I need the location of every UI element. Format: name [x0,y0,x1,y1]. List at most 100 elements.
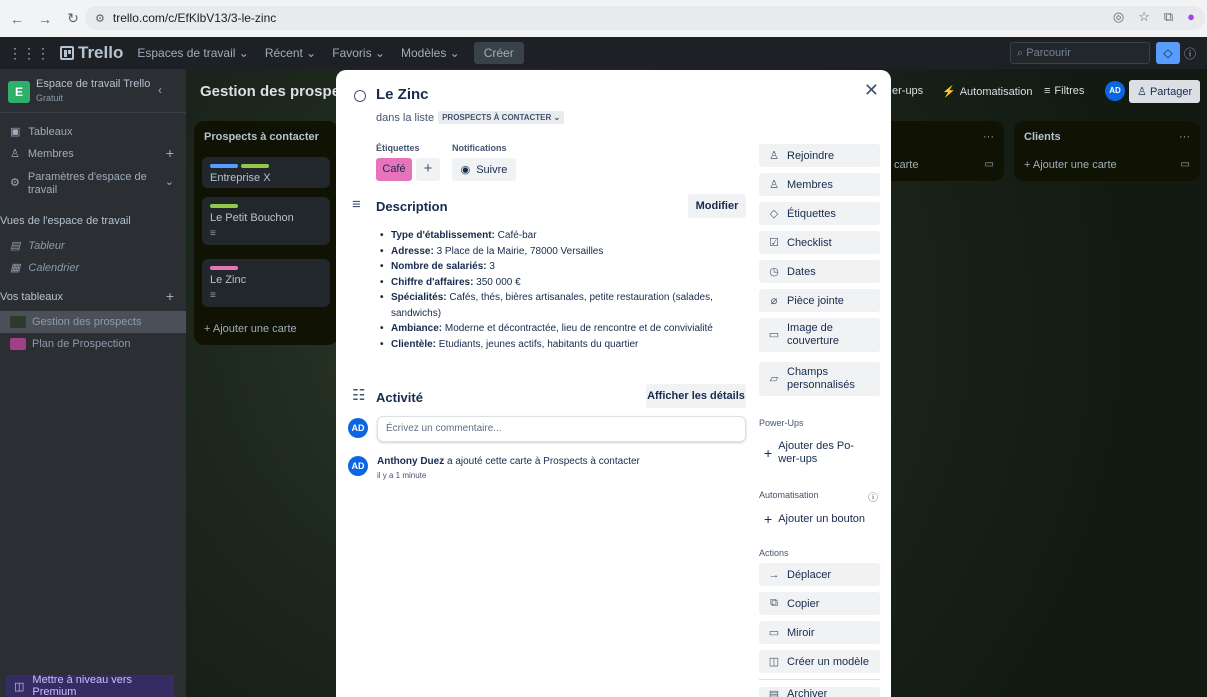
make-template-button[interactable]: ◫ Créer un modèle [759,650,880,673]
checklist-button[interactable]: ☑ Checklist [759,231,880,254]
profile-icon[interactable]: ● [1187,9,1195,25]
sidebar-item-calendar[interactable]: ▦ Calendrier [10,261,79,275]
automation-button[interactable]: ⚡ Automatisation [942,85,1032,99]
mirror-button[interactable]: ▭ Miroir [759,621,880,644]
avatar[interactable]: AD [348,418,368,438]
bookmark-star-icon[interactable]: ☆ [1138,9,1150,25]
member-avatar[interactable]: AD [1105,81,1125,101]
add-powerups-button[interactable]: + Ajouter des Po-wer-ups [764,440,854,466]
card-le-zinc[interactable]: Le Zinc ≡ [202,259,330,307]
share-button[interactable]: ♙ Partager [1129,80,1201,103]
browser-toolbar: ← → ↻ ⚙ trello.com/c/EfKlbV13/3-le-zinc … [0,0,1207,37]
card-title[interactable]: Le Zinc [376,86,429,103]
menu-starred[interactable]: Favoris ⌄ [332,46,385,60]
complete-checkbox[interactable] [354,90,366,102]
sidebar-item-table[interactable]: ▤ Tableur [10,239,65,253]
template-icon: ◫ [768,656,780,668]
powerups-button[interactable]: er-ups [892,85,923,97]
trello-logo-icon [60,46,74,60]
description-icon: ≡ [352,196,361,213]
card-entreprise-x[interactable]: Entreprise X [202,157,330,188]
upgrade-premium-button[interactable]: ◫ Mettre à niveau vers Premium [6,674,174,697]
sidebar-item-settings[interactable]: ⚙ Paramètres d'espace de travail [10,171,147,197]
comment-input[interactable]: Écrivez un commentaire... [377,416,746,442]
description-icon: ≡ [210,228,216,239]
custom-fields-button[interactable]: ▱ Champs personnalisés [759,362,880,396]
filters-button[interactable]: ≡ Filtres [1044,85,1084,97]
site-settings-icon[interactable]: ⚙ [95,12,105,25]
list-title[interactable]: Clients [1024,131,1061,143]
add-card-button[interactable]: + Ajouter une carte [204,323,297,335]
list-menu-icon[interactable]: ··· [983,131,994,143]
create-button[interactable]: Créer [473,42,524,64]
copy-button[interactable]: ⧉ Copier [759,592,880,615]
workspace-name[interactable]: Espace de travail Trello [36,78,150,90]
join-button[interactable]: ♙ Rejoindre [759,144,880,167]
url-text: trello.com/c/EfKlbV13/3-le-zinc [112,11,277,25]
help-icon[interactable]: ⓘ [1184,45,1196,62]
members-button[interactable]: ♙ Membres [759,173,880,196]
forward-icon[interactable]: → [34,8,56,30]
close-icon[interactable]: ✕ [864,80,879,101]
card-list-location: dans la liste PROSPECTS À CONTACTER ⌄ [376,111,565,124]
label-chip[interactable]: Café [376,158,412,181]
reload-icon[interactable]: ↻ [62,8,84,30]
menu-recent[interactable]: Récent ⌄ [265,46,316,60]
template-icon[interactable]: ▭ [985,159,994,170]
extensions-icon[interactable]: ⧉ [1164,9,1173,25]
sidebar-item-members[interactable]: ♙ Membres [10,147,74,161]
search-input[interactable]: ⌕ Parcourir [1010,42,1150,64]
views-section-heading: Vues de l'espace de travail [0,215,131,227]
labels-button[interactable]: ◇ Étiquettes [759,202,880,225]
template-icon[interactable]: ▭ [1181,159,1190,170]
add-card-button[interactable]: + Ajouter une carte [1024,159,1117,171]
list-selector[interactable]: PROSPECTS À CONTACTER ⌄ [438,111,565,124]
your-boards-heading: Vos tableaux [0,291,63,303]
follow-button[interactable]: ◉ Suivre [452,158,516,181]
search-icon: ⌕ [1017,47,1024,59]
list-prospects: Prospects à contacter Entreprise X Le Pe… [194,121,338,345]
avatar[interactable]: AD [348,456,368,476]
members-icon: ♙ [769,179,779,191]
cover-button[interactable]: ▭ Image de couverture [759,318,880,352]
notification-icon[interactable]: ◇ [1156,42,1180,64]
description-content[interactable]: Type d'établissement: Café-bar Adresse: … [380,228,750,352]
activity-entry: Anthony Duez a ajouté cette carte à Pros… [377,456,640,467]
info-icon[interactable]: ⓘ [868,489,878,504]
sidebar-board-plan[interactable]: Plan de Prospection [0,333,186,355]
app-switcher-icon[interactable]: ⋮⋮⋮ [8,45,50,62]
edit-description-button[interactable]: Modifier [688,194,746,218]
archive-button[interactable]: ▤ Archiver [759,687,880,697]
add-board-icon[interactable]: + [166,288,174,304]
attachment-button[interactable]: ⌀ Pièce jointe [759,289,880,312]
description-item: Spécialités: Cafés, thés, bières artisan… [380,290,750,321]
card-le-petit-bouchon[interactable]: Le Petit Bouchon ≡ [202,197,330,245]
list-title[interactable]: Prospects à contacter [204,131,319,143]
lens-icon[interactable]: ◎ [1113,9,1124,25]
description-icon: ≡ [210,290,216,301]
add-label-button[interactable]: + [416,158,440,181]
dates-button[interactable]: ◷ Dates [759,260,880,283]
join-icon: ♙ [769,150,779,162]
settings-chevron-icon[interactable]: ⌄ [165,175,174,188]
tag-icon: ◇ [769,208,779,220]
arrow-right-icon: → [768,568,780,581]
menu-workspaces[interactable]: Espaces de travail ⌄ [137,46,248,60]
sidebar-item-boards[interactable]: ▣ Tableaux [10,125,72,139]
activity-timestamp[interactable]: il y a 1 minute [377,471,426,480]
workspace-avatar[interactable]: E [8,81,30,103]
address-bar[interactable]: ⚙ trello.com/c/EfKlbV13/3-le-zinc ◎ ☆ ⧉ … [85,6,1205,30]
activity-user[interactable]: Anthony Duez [377,456,444,467]
show-details-button[interactable]: Afficher les détails [646,384,746,408]
move-button[interactable]: → Déplacer [759,563,880,586]
add-member-icon[interactable]: + [166,145,174,161]
back-icon[interactable]: ← [6,8,28,30]
add-button-button[interactable]: + Ajouter un bouton [764,511,865,527]
trello-logo[interactable]: Trello [60,43,123,63]
add-card-button[interactable]: carte [894,159,918,171]
list-menu-icon[interactable]: ··· [1179,131,1190,143]
divider [759,679,880,680]
menu-templates[interactable]: Modèles ⌄ [401,46,460,60]
collapse-sidebar-icon[interactable]: ‹ [158,83,162,97]
sidebar-board-gestion[interactable]: Gestion des prospects [0,311,186,333]
